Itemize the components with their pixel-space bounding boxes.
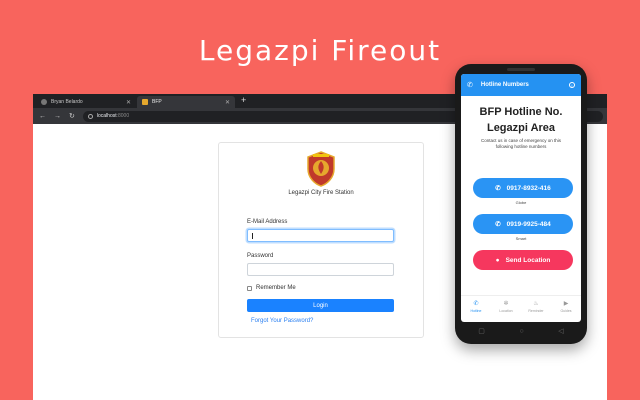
checkbox-box[interactable]: [247, 285, 252, 291]
fire-icon: ♨: [533, 301, 539, 307]
close-icon[interactable]: ✕: [126, 99, 131, 106]
send-location-button[interactable]: ● Send Location: [473, 250, 573, 270]
back-icon[interactable]: ◁: [558, 327, 563, 335]
nav-label: Location: [499, 309, 513, 313]
map-pin-icon: ●: [495, 256, 500, 264]
password-label: Password: [247, 253, 274, 259]
phone-screen: ✆ Hotline Numbers i BFP Hotline No. Lega…: [461, 74, 581, 322]
phone-icon: ✆: [467, 82, 473, 89]
hotline-smart-button[interactable]: ✆ 0919-9925-484: [473, 214, 573, 234]
recent-apps-icon[interactable]: ▢: [478, 327, 485, 335]
hotline-subtitle: Contact us in case of emergency on this …: [480, 138, 562, 149]
hotline-heading-line2: Legazpi Area: [486, 122, 556, 134]
page-headline: Legazpi Fireout: [198, 34, 442, 67]
email-field[interactable]: [247, 229, 394, 242]
tab-bfp[interactable]: BFP ✕: [137, 96, 235, 108]
remember-label: Remember Me: [256, 285, 296, 291]
carrier-label: Smart: [515, 236, 527, 241]
phone-icon: ✆: [473, 301, 479, 307]
nav-location[interactable]: ✲ Location: [491, 296, 521, 317]
app-bar: ✆ Hotline Numbers i: [461, 74, 581, 96]
bfp-logo-icon: [307, 151, 335, 187]
url-port: :8000: [116, 113, 130, 119]
system-nav-bar: ▢ ○ ◁: [461, 324, 581, 338]
close-icon[interactable]: ✕: [225, 99, 230, 106]
forgot-password-link[interactable]: Forgot Your Password?: [251, 318, 313, 324]
info-icon[interactable]: i: [569, 82, 575, 88]
github-icon: [41, 99, 47, 105]
info-icon[interactable]: [87, 113, 93, 119]
appbar-title: Hotline Numbers: [480, 82, 529, 88]
carrier-label: Globe: [515, 200, 527, 205]
nav-label: Reminder: [528, 309, 544, 313]
tab-label: BFP: [152, 99, 162, 105]
nav-label: Hotline: [470, 309, 482, 313]
new-tab-button[interactable]: +: [241, 95, 246, 105]
password-field[interactable]: [247, 263, 394, 276]
nav-guides[interactable]: ▶ Guides: [551, 296, 581, 317]
phone-speaker: [507, 68, 535, 71]
reload-icon[interactable]: ↻: [69, 112, 75, 120]
forward-icon[interactable]: →: [54, 113, 61, 120]
login-card: Legazpi City Fire Station E-Mail Address…: [218, 142, 424, 338]
phone-icon: ✆: [495, 221, 501, 228]
phone-mockup: ✆ Hotline Numbers i BFP Hotline No. Lega…: [455, 64, 587, 344]
tab-bryan-belardo[interactable]: Bryan Belardo ✕: [36, 96, 136, 108]
email-label: E-Mail Address: [247, 219, 288, 225]
hotline-globe-button[interactable]: ✆ 0917-8932-416: [473, 178, 573, 198]
text-caret: [252, 233, 253, 239]
gear-icon: ✲: [503, 301, 509, 307]
bfp-favicon-icon: [142, 99, 148, 105]
send-location-label: Send Location: [505, 256, 551, 264]
station-name: Legazpi City Fire Station: [288, 190, 354, 196]
play-icon: ▶: [563, 301, 569, 307]
home-icon[interactable]: ○: [519, 328, 523, 335]
nav-label: Guides: [560, 309, 572, 313]
back-icon[interactable]: ←: [39, 113, 46, 120]
remember-me-checkbox[interactable]: Remember Me: [247, 285, 296, 291]
url-host: localhost: [96, 113, 117, 119]
nav-reminder[interactable]: ♨ Reminder: [521, 296, 551, 317]
bottom-nav: ✆ Hotline ✲ Location ♨ Reminder ▶ Guides: [461, 295, 581, 317]
hotline-heading: BFP Hotline No. Legazpi Area: [461, 104, 581, 136]
login-button[interactable]: Login: [247, 299, 394, 312]
tab-label: Bryan Belardo: [51, 99, 83, 105]
nav-hotline[interactable]: ✆ Hotline: [461, 296, 491, 317]
hotline-number: 0917-8932-416: [506, 184, 551, 192]
hotline-heading-line1: BFP Hotline No.: [479, 106, 563, 118]
hotline-number: 0919-9925-484: [506, 220, 551, 228]
phone-icon: ✆: [495, 185, 501, 192]
